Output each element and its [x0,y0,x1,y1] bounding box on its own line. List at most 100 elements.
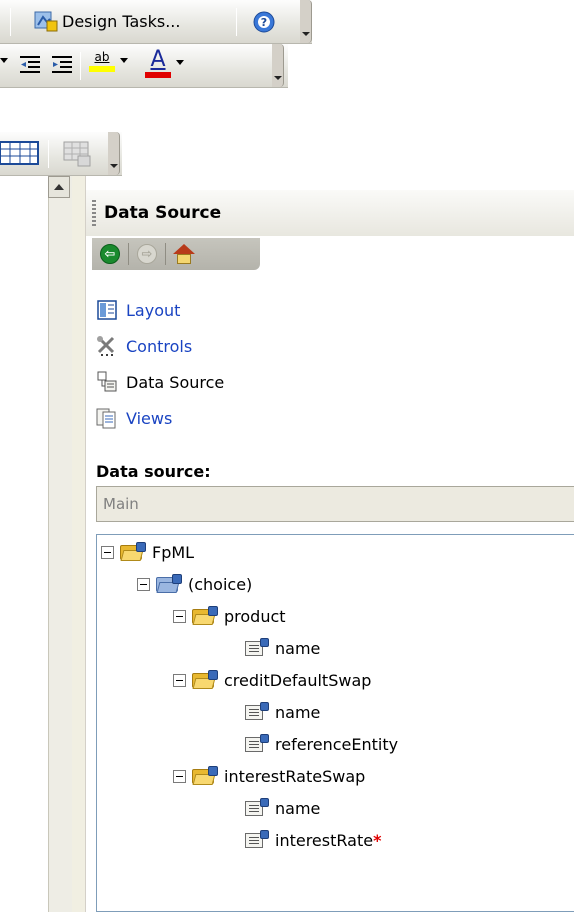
collapse-icon[interactable] [137,577,150,591]
collapse-icon[interactable] [173,769,186,783]
document-area[interactable] [0,176,48,912]
table-properties-button [62,140,94,168]
tree-node[interactable]: creditDefaultSwap [173,665,371,695]
toolbar-separator [10,8,11,36]
table-button[interactable] [0,140,40,166]
toolbar-design: Design Tasks... ? [0,0,312,44]
tree-node-label: creditDefaultSwap [224,670,372,690]
collapse-icon[interactable] [101,545,114,559]
tree-node[interactable]: name [245,697,320,727]
back-button[interactable]: ⇦ [98,242,122,266]
increase-indent-icon [52,56,72,73]
design-tasks-label: Design Tasks... [62,11,181,31]
tree-node-label: interestRateSwap [224,766,366,786]
toolbar-overflow-button[interactable] [300,0,312,43]
tree-node-label: FpML [152,542,195,562]
group-icon [192,766,218,786]
font-color-button[interactable]: A [144,48,184,78]
link-layout-label[interactable]: Layout [126,301,180,320]
tree-node-label: name [275,798,321,818]
highlight-icon: ab [88,50,116,72]
design-tasks-button[interactable]: Design Tasks... [34,10,180,32]
toolbar-overflow-button[interactable] [272,44,284,87]
link-layout[interactable]: Layout [96,292,224,328]
views-icon [96,407,118,429]
tree-node[interactable]: product [173,601,286,631]
nav-separator [128,243,129,265]
tree-node-label: name [275,638,321,658]
home-icon [173,244,195,264]
home-button[interactable] [172,242,196,266]
tree-node[interactable]: interestRateSwap [173,761,365,791]
data-source-label: Data source: [96,462,211,481]
group-icon [192,606,218,626]
task-pane-title: Data Source [104,203,222,223]
task-pane-header: Data Source [86,190,574,236]
link-controls[interactable]: Controls [96,328,224,364]
table-icon [0,141,39,165]
vertical-scrollbar[interactable] [48,176,72,912]
link-controls-label[interactable]: Controls [126,337,192,356]
toolbar-separator [80,52,81,80]
table-properties-icon [63,141,91,167]
tree-node[interactable]: (choice) [137,569,252,599]
field-icon [245,702,269,722]
data-source-select[interactable]: Main [96,486,574,522]
toolbar-separator [48,140,49,168]
increase-indent-button[interactable] [50,53,74,77]
field-icon [245,638,269,658]
scroll-up-button[interactable] [48,176,70,198]
toolbar-separator [236,8,237,36]
toolbar-tables [0,132,122,176]
controls-icon [96,335,118,357]
tree-node[interactable]: FpML [101,537,194,567]
dropdown-arrow-icon[interactable] [0,58,8,64]
dropdown-arrow-icon [176,60,184,65]
decrease-indent-icon [20,56,40,73]
link-data-source: Data Source [96,364,224,400]
toolbar-overflow-button[interactable] [108,132,120,175]
layout-icon [96,299,118,321]
tree-node-label: (choice) [188,574,253,594]
link-data-source-label: Data Source [126,372,225,392]
help-button[interactable]: ? [252,10,276,34]
group-icon [120,542,146,562]
task-pane: Data Source ⇦ ⇨ Layout Controls Data Sou… [86,176,574,912]
link-views-label[interactable]: Views [126,409,172,428]
forward-icon: ⇨ [137,244,157,264]
field-icon [245,798,269,818]
collapse-icon[interactable] [173,673,186,687]
field-icon [245,734,269,754]
task-pane-border [72,176,86,912]
highlight-button[interactable]: ab [88,50,128,72]
forward-button: ⇨ [135,242,159,266]
nav-separator [165,243,166,265]
data-source-icon [96,371,118,393]
choice-icon [156,574,182,594]
tree-node[interactable]: referenceEntity [245,729,398,759]
design-tasks-icon [34,11,58,32]
back-icon: ⇦ [100,244,120,264]
field-icon [245,830,269,850]
dropdown-arrow-icon [120,58,128,63]
required-marker: * [373,830,382,850]
tree-node[interactable]: interestRate* [245,825,381,855]
tree-node[interactable]: name [245,633,320,663]
tree-node[interactable]: name [245,793,320,823]
data-source-tree[interactable]: FpML (choice) product name creditDefault… [96,534,574,912]
link-views[interactable]: Views [96,400,224,436]
task-pane-nav: ⇦ ⇨ [92,238,260,270]
tree-node-label: referenceEntity [275,734,399,754]
svg-text:?: ? [261,16,267,29]
tree-node-label: product [224,606,286,626]
tree-node-label: name [275,702,321,722]
tree-node-label: interestRate* [275,830,382,850]
task-links: Layout Controls Data Source Views [96,292,224,436]
help-icon: ? [253,11,275,33]
group-icon [192,670,218,690]
decrease-indent-button[interactable] [18,53,42,77]
toolbar-formatting: ab A [0,44,288,88]
font-color-icon: A [144,48,172,78]
pane-grip-icon[interactable] [92,200,96,226]
collapse-icon[interactable] [173,609,186,623]
